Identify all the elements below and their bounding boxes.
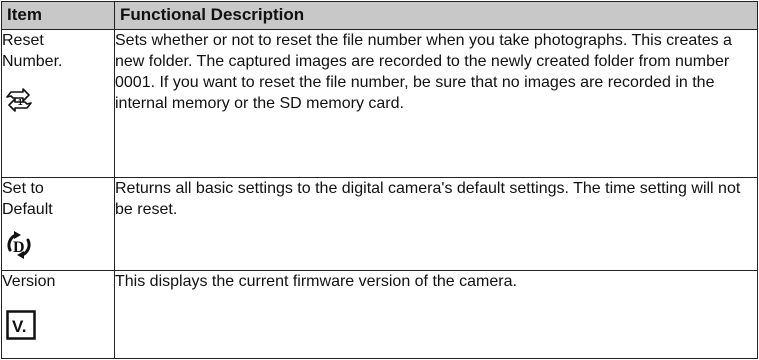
item-label: Reset Number. bbox=[2, 32, 63, 70]
table-row: Reset Number. 1 Sets whether or not to r… bbox=[1, 29, 758, 178]
header-functional-description: Functional Description bbox=[114, 1, 758, 30]
svg-text:1: 1 bbox=[18, 98, 23, 107]
svg-text:V.: V. bbox=[12, 317, 27, 336]
item-cell: Version V. bbox=[1, 270, 115, 359]
svg-text:D: D bbox=[13, 239, 25, 256]
description-cell: Returns all basic settings to the digita… bbox=[114, 177, 758, 271]
description-cell: This displays the current firmware versi… bbox=[114, 270, 758, 359]
function-table: Item Functional Description Reset Number… bbox=[1, 1, 758, 359]
item-cell: Reset Number. 1 bbox=[1, 29, 115, 178]
item-label: Version bbox=[2, 273, 56, 290]
description-cell: Sets whether or not to reset the file nu… bbox=[114, 29, 758, 178]
reset-number-icon: 1 bbox=[2, 83, 114, 117]
item-label: Set to Default bbox=[2, 180, 53, 218]
table-row: Set to Default D Returns all basic setti… bbox=[1, 177, 758, 271]
table-header-row: Item Functional Description bbox=[1, 1, 758, 30]
version-icon: V. bbox=[6, 310, 114, 344]
set-to-default-icon: D bbox=[2, 228, 114, 262]
table-row: Version V. This displays the current fir… bbox=[1, 270, 758, 359]
header-item: Item bbox=[1, 1, 115, 30]
item-cell: Set to Default D bbox=[1, 177, 115, 271]
